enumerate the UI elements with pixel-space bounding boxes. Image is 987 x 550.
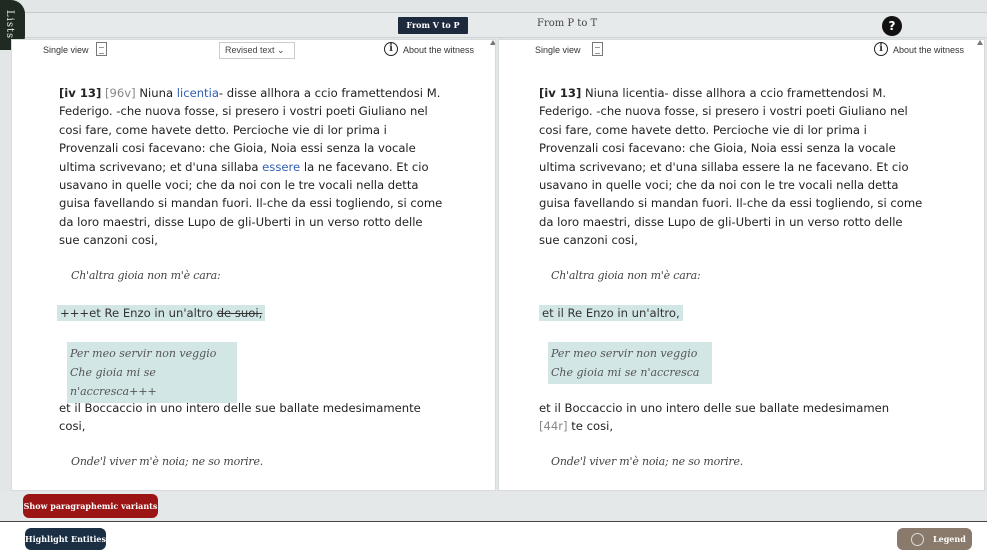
verse-line: Ch'altra gioia non m'è cara: [71,269,221,282]
highlighted-variant-verse[interactable]: Per meo servir non veggio Che gioia mi s… [548,342,712,384]
from-v-to-p-button[interactable]: From V to P [398,17,468,34]
entity-link-essere[interactable]: essere [262,160,300,174]
text-segment: et il Boccaccio in uno intero delle sue … [539,401,890,415]
verse-line: Ch'altra gioia non m'è cara: [551,269,701,282]
verse-line: Onde'l viver m'è noia; ne so morire. [71,455,264,468]
highlight-entities-button[interactable]: Highlight Entities [25,528,106,550]
highlighted-variant-line[interactable]: et il Re Enzo in un'altro, [539,305,683,321]
folio-ref: [96v] [105,86,136,100]
about-witness-link[interactable]: About the witness [893,45,964,55]
paragraph: [iv 13] [96v] Niuna licentia- disse allh… [59,84,444,250]
info-icon[interactable]: i [874,42,888,56]
right-panel-header: Single view i About the witness [499,40,984,60]
variants-bar: Show paragraphemic variants [0,491,987,522]
paragraph: et il Boccaccio in uno intero delle sue … [59,401,421,434]
verse-line: Che gioia mi se n'accresca+++ [70,366,157,398]
lists-tab-label: Lists [4,10,15,40]
legend-label: Legend [933,534,966,544]
verse-line: Per meo servir non veggio [551,347,698,360]
legend-button[interactable]: Legend [897,528,972,550]
highlighted-variant-line[interactable]: +++et Re Enzo in un'altro de suoi, [57,305,266,321]
folio-ref: [44r] [539,419,568,434]
chevron-down-icon: ⌄ [277,45,285,55]
text-segment: Niuna licentia- disse allhora a ccio fra… [539,86,923,248]
paragraph: et il Boccaccio in uno intero delle sue … [539,399,924,436]
deleted-text: de suoi, [216,306,263,320]
verse-line: Che gioia mi se n'accresca [551,366,700,379]
from-p-to-t-link[interactable]: From P to T [537,18,597,29]
entity-link-licentia[interactable]: licentia [177,86,219,100]
single-view-label[interactable]: Single view [535,45,581,55]
about-witness-link[interactable]: About the witness [403,45,474,55]
highlighted-variant-verse[interactable]: Per meo servir non veggio Che gioia mi s… [67,342,237,403]
document-icon[interactable] [96,42,107,56]
text-version-value: Revised text [225,45,275,55]
footer-bar: Highlight Entities Legend [0,522,987,550]
left-text-panel: Single view Revised text ⌄ i About the w… [11,39,496,491]
help-icon[interactable]: ? [882,16,902,36]
info-icon[interactable]: i [384,42,398,56]
scroll-up-icon[interactable] [490,40,495,45]
paragraph: [iv 13] Niuna licentia- disse allhora a … [539,84,924,250]
show-paragraphemic-variants-button[interactable]: Show paragraphemic variants [23,494,158,518]
left-panel-header: Single view Revised text ⌄ i About the w… [12,40,495,60]
text-segment: te cosi, [571,419,614,434]
paragraph-ref: [iv 13] [539,86,582,100]
variant-text: +++et Re Enzo in un'altro [60,306,217,320]
paragraph-ref: [iv 13] [59,86,102,100]
document-icon[interactable] [592,42,603,56]
top-bar: From V to P From P to T ? [0,12,987,38]
text-segment: Niuna [139,86,174,100]
palette-icon [911,533,924,546]
right-text-panel: Single view i About the witness [iv 13] … [498,39,985,491]
scroll-up-icon[interactable] [977,40,983,45]
single-view-label[interactable]: Single view [43,45,89,55]
verse-line: Per meo servir non veggio [70,347,217,360]
verse-line: Onde'l viver m'è noia; ne so morire. [551,455,744,468]
text-version-select[interactable]: Revised text ⌄ [219,42,295,59]
